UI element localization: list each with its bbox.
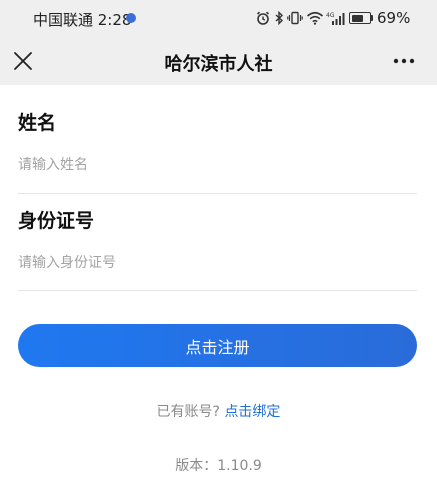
battery-tip <box>371 15 373 21</box>
bind-account-row: 已有账号? 点击绑定 <box>0 401 437 421</box>
wifi-icon <box>306 11 324 25</box>
alarm-icon <box>256 11 270 25</box>
more-button[interactable] <box>388 49 420 73</box>
id-number-divider <box>18 290 417 291</box>
bluetooth-icon <box>275 11 284 25</box>
battery-percent: 69% <box>377 9 411 27</box>
name-divider <box>18 193 417 194</box>
id-number-label: 身份证号 <box>18 210 95 232</box>
name-label: 姓名 <box>18 112 57 134</box>
more-icon <box>393 58 415 64</box>
register-button[interactable]: 点击注册 <box>18 324 417 367</box>
battery-level-fill <box>351 14 364 22</box>
page-title: 哈尔滨市人社 <box>164 54 273 75</box>
register-button-label: 点击注册 <box>185 337 250 357</box>
battery-icon <box>349 12 371 24</box>
bind-account-link[interactable]: 点击绑定 <box>224 404 280 420</box>
nav-bar: 哈尔滨市人社 <box>0 38 437 85</box>
carrier-time: 中国联通 2:28 <box>33 11 132 29</box>
hd-badge-icon <box>126 13 136 23</box>
status-bar: 中国联通 2:28 4G 69% <box>0 0 437 38</box>
vibrate-icon <box>287 11 303 25</box>
signal-icon: 4G <box>326 12 345 25</box>
id-number-input[interactable] <box>18 246 417 280</box>
name-input[interactable] <box>18 148 417 182</box>
svg-text:4G: 4G <box>326 12 335 19</box>
version-text: 版本：1.10.9 <box>175 458 262 474</box>
have-account-text: 已有账号? <box>156 404 220 420</box>
